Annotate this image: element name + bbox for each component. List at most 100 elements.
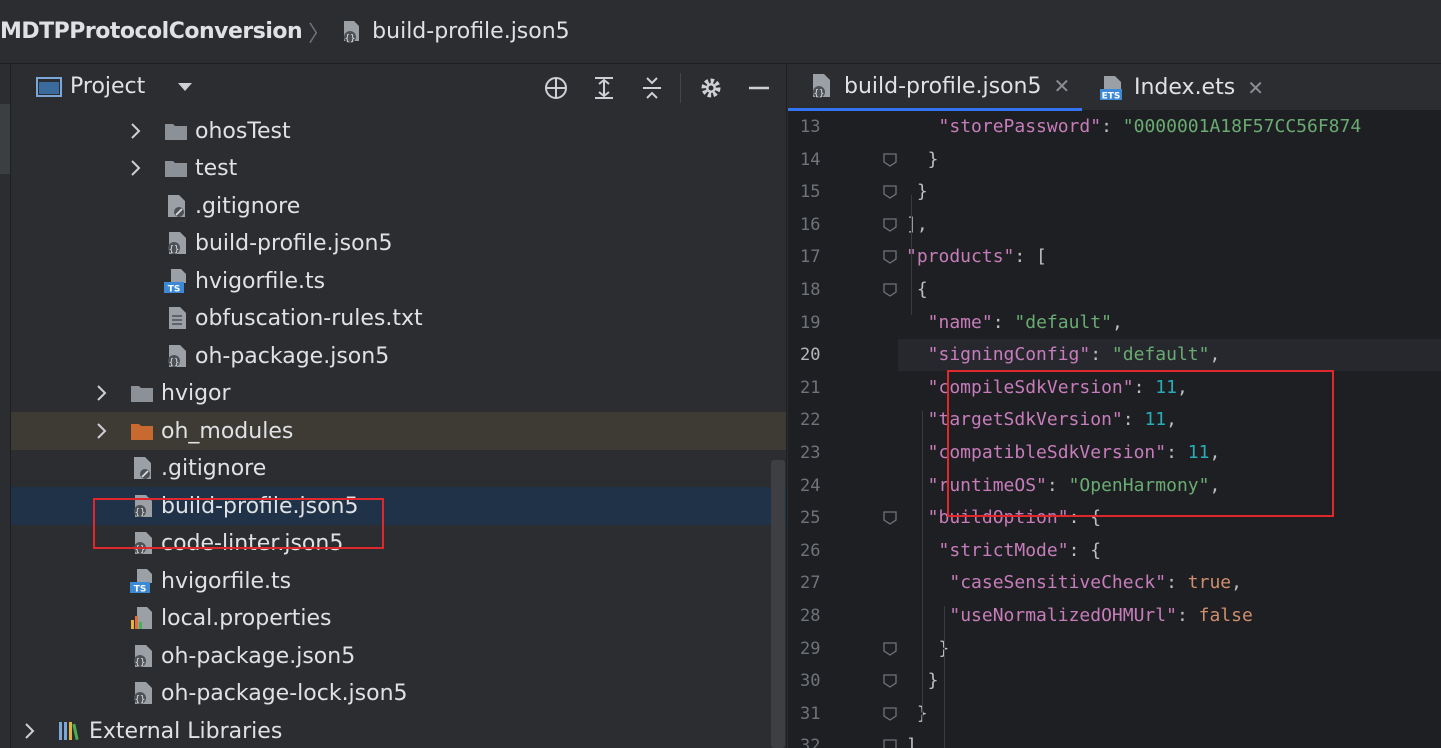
fold-marker-icon[interactable] — [883, 674, 897, 688]
tree-item-label: oh-package.json5 — [161, 643, 356, 669]
tree-item[interactable]: {} oh-package.json5 — [11, 637, 786, 675]
fold-marker-icon[interactable] — [883, 283, 897, 297]
code-line[interactable]: "products": [ — [898, 241, 1441, 273]
tree-item[interactable]: TS hvigorfile.ts — [11, 262, 786, 300]
breadcrumb-file[interactable]: {} build-profile.json5 — [338, 19, 570, 45]
chevron-right-icon[interactable] — [91, 420, 113, 442]
code-line[interactable]: } — [898, 698, 1441, 730]
project-panel: Project ohosTest test .gitignore{} build… — [11, 64, 787, 748]
tree-item[interactable]: oh_modules — [11, 412, 786, 450]
fold-marker-icon[interactable] — [883, 641, 897, 656]
code-line[interactable]: "signingConfig": "default", — [898, 339, 1441, 372]
code-line[interactable]: "name": "default", — [898, 307, 1441, 339]
chevron-right-icon[interactable] — [125, 120, 147, 142]
tree-item[interactable]: obfuscation-rules.txt — [11, 299, 786, 337]
settings-button[interactable] — [693, 72, 729, 104]
expand-all-icon — [595, 77, 613, 99]
fold-marker-icon[interactable] — [883, 511, 897, 525]
chevron-down-icon[interactable] — [175, 80, 195, 94]
locate-file-button[interactable] — [538, 72, 574, 104]
gitignore-file-icon — [129, 455, 155, 481]
project-view-selector[interactable]: Project — [36, 74, 195, 99]
chevron-right-icon[interactable] — [19, 720, 41, 742]
fold-marker-icon[interactable] — [883, 739, 897, 748]
code-line[interactable]: "useNormalizedOHMUrl": false — [898, 600, 1441, 632]
code-line[interactable]: "storePassword": "0000001A18F57CC56F874 — [898, 111, 1441, 143]
code-line-text: "caseSensitiveCheck": true, — [949, 572, 1242, 594]
json5-file-icon: {} — [163, 343, 189, 369]
code-line-text: "name": "default", — [927, 311, 1123, 333]
tree-item-label: hvigorfile.ts — [195, 268, 326, 294]
folder-icon — [163, 155, 189, 181]
project-panel-header: Project — [11, 64, 786, 112]
tree-item-label: oh-package.json5 — [195, 343, 390, 369]
json5-file-icon: {} — [129, 680, 155, 706]
line-number: 32 — [800, 736, 821, 748]
code-line[interactable]: } — [898, 633, 1441, 665]
tree-item[interactable]: hvigor — [11, 374, 786, 412]
chevron-right-icon[interactable] — [125, 157, 147, 179]
code-line-text: } — [927, 670, 939, 692]
line-number: 14 — [800, 149, 821, 170]
line-number: 19 — [800, 312, 821, 333]
json5-file-icon: {} — [163, 230, 189, 256]
tab-label: Index.ets — [1134, 75, 1236, 100]
code-line[interactable]: } — [898, 665, 1441, 697]
fold-marker-icon[interactable] — [883, 250, 897, 265]
project-tool-tab[interactable] — [0, 104, 10, 174]
code-line-text: } — [916, 181, 928, 203]
expand-all-button[interactable] — [586, 72, 622, 104]
left-tool-strip — [0, 64, 11, 748]
minimize-icon — [749, 86, 769, 90]
collapse-all-button[interactable] — [634, 72, 670, 104]
code-line-text: "storePassword": "0000001A18F57CC56F874 — [938, 116, 1362, 137]
fold-marker-icon[interactable] — [883, 218, 897, 232]
folder-icon — [129, 418, 155, 444]
fold-marker-icon[interactable] — [883, 152, 897, 167]
tree-item[interactable]: {} oh-package-lock.json5 — [11, 674, 786, 712]
ts-file-icon: TS — [129, 568, 155, 594]
code-line[interactable]: { — [898, 274, 1441, 306]
chevron-right-icon[interactable] — [91, 382, 113, 404]
code-line-text: "signingConfig": "default", — [927, 344, 1221, 366]
tree-item[interactable]: .gitignore — [11, 449, 786, 487]
hide-panel-button[interactable] — [741, 72, 777, 104]
tree-item[interactable]: {} build-profile.json5 — [11, 224, 786, 262]
project-tree-scrollbar[interactable] — [771, 460, 785, 748]
close-icon[interactable]: ✕ — [1247, 76, 1264, 100]
code-line[interactable]: ], — [898, 209, 1441, 241]
code-line[interactable]: "caseSensitiveCheck": true, — [898, 567, 1441, 599]
tree-item[interactable]: .gitignore — [11, 187, 786, 225]
tree-item[interactable]: {} oh-package.json5 — [11, 337, 786, 375]
breadcrumb-file-label: build-profile.json5 — [372, 19, 570, 44]
tree-item[interactable]: ohosTest — [11, 112, 786, 150]
code-line-text: ], — [906, 213, 928, 235]
code-line[interactable]: "strictMode": { — [898, 535, 1441, 567]
json5-file-icon: {} — [129, 643, 155, 669]
fold-marker-icon[interactable] — [883, 707, 897, 721]
tree-item[interactable]: TS hvigorfile.ts — [11, 562, 786, 600]
code-line[interactable]: ] — [898, 730, 1441, 748]
indent-guide — [911, 195, 913, 315]
tree-item-label: test — [195, 155, 238, 181]
svg-text:{}: {} — [345, 34, 356, 44]
tree-item[interactable]: External Libraries — [11, 712, 786, 748]
code-line-text: ] — [906, 735, 917, 748]
code-line[interactable]: } — [898, 176, 1441, 208]
tree-item[interactable]: test — [11, 149, 786, 187]
svg-text:{}: {} — [135, 695, 146, 705]
tree-item-label: local.properties — [161, 605, 332, 631]
fold-marker-icon[interactable] — [883, 185, 897, 199]
code-line[interactable]: } — [898, 144, 1441, 176]
line-number: 20 — [800, 345, 821, 366]
breadcrumb-project[interactable]: MDTPProtocolConversion — [0, 19, 303, 44]
line-number: 26 — [800, 540, 821, 561]
tree-item[interactable]: local.properties — [11, 599, 786, 637]
tab-build-profile[interactable]: {} build-profile.json5 ✕ — [788, 64, 1082, 111]
close-icon[interactable]: ✕ — [1054, 74, 1071, 98]
tab-index-ets[interactable]: ETS Index.ets ✕ — [1084, 64, 1274, 111]
